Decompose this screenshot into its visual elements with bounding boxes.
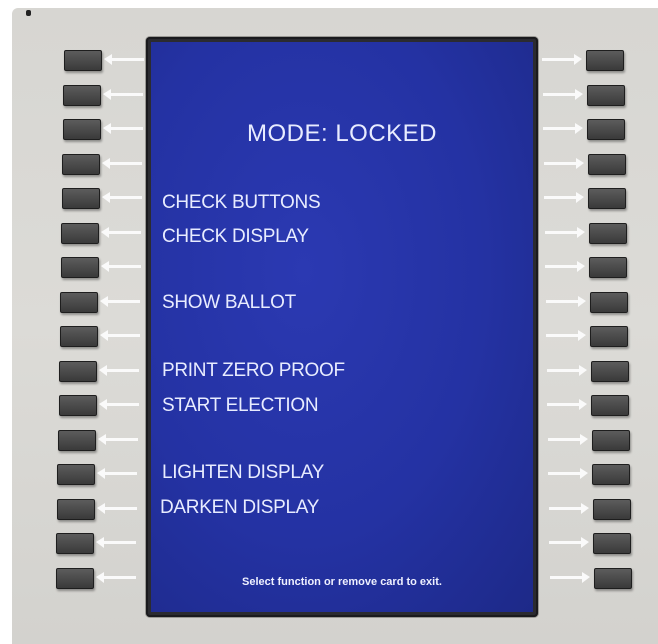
left-arrow-icon — [99, 364, 140, 376]
right-arrow-icon — [543, 123, 583, 134]
right-button-8[interactable] — [589, 291, 628, 313]
right-button-15[interactable] — [593, 533, 631, 554]
right-arrow-icon — [542, 88, 583, 100]
right-button-5[interactable] — [588, 188, 626, 209]
right-arrow-icon — [545, 261, 585, 272]
left-button-2[interactable] — [63, 84, 102, 106]
menu-item-lighten-display[interactable]: LIGHTEN DISPLAY — [162, 462, 324, 484]
left-button-11[interactable] — [58, 395, 97, 416]
right-button-12[interactable] — [591, 429, 630, 451]
right-button-2[interactable] — [586, 84, 625, 106]
panel-marking — [26, 10, 31, 16]
menu-item-start-election[interactable]: START ELECTION — [162, 395, 319, 417]
left-arrow-icon — [101, 192, 142, 203]
left-arrow-icon — [97, 468, 138, 479]
menu-item-check-display[interactable]: CHECK DISPLAY — [162, 226, 309, 248]
right-button-3[interactable] — [587, 119, 625, 140]
left-arrow-icon — [104, 54, 144, 65]
footer-instructions: Select function or remove card to exit. — [242, 576, 442, 588]
left-button-12[interactable] — [57, 429, 96, 451]
right-arrow-icon — [546, 364, 587, 376]
right-button-4[interactable] — [587, 153, 626, 175]
right-arrow-icon — [542, 54, 582, 65]
right-button-7[interactable] — [589, 257, 627, 278]
menu-item-show-ballot[interactable]: SHOW BALLOT — [162, 292, 296, 314]
left-button-4[interactable] — [62, 153, 101, 175]
right-arrow-icon — [544, 226, 585, 238]
left-arrow-icon — [96, 502, 137, 514]
mode-title: MODE: LOCKED — [246, 120, 438, 147]
menu-item-print-zero-proof[interactable]: PRINT ZERO PROOF — [162, 360, 345, 382]
left-button-3[interactable] — [62, 119, 101, 140]
left-arrow-icon — [100, 261, 141, 272]
left-arrow-icon — [101, 226, 142, 238]
right-arrow-icon — [547, 433, 588, 445]
left-button-13[interactable] — [57, 464, 96, 485]
left-arrow-icon — [96, 537, 137, 548]
menu-item-check-buttons[interactable]: CHECK BUTTONS — [162, 192, 321, 214]
display-screen: MODE: LOCKED CHECK BUTTONS CHECK DISPLAY… — [151, 42, 533, 612]
right-arrow-icon — [543, 157, 584, 169]
left-button-10[interactable] — [59, 360, 98, 382]
left-arrow-icon — [100, 295, 141, 307]
left-button-5[interactable] — [61, 188, 100, 209]
right-arrow-icon — [549, 537, 589, 548]
right-button-11[interactable] — [591, 395, 629, 416]
right-button-14[interactable] — [592, 498, 631, 520]
left-arrow-icon — [98, 399, 139, 410]
left-arrow-icon — [102, 157, 143, 169]
right-button-10[interactable] — [590, 360, 629, 382]
left-arrow-icon — [95, 571, 136, 583]
left-arrow-icon — [102, 123, 143, 134]
right-button-13[interactable] — [592, 464, 630, 485]
left-arrow-icon — [99, 330, 140, 341]
right-arrow-icon — [546, 330, 586, 341]
right-arrow-icon — [549, 571, 590, 583]
left-button-14[interactable] — [56, 498, 95, 520]
right-button-1[interactable] — [586, 50, 624, 71]
left-button-1[interactable] — [64, 50, 102, 71]
left-button-7[interactable] — [60, 257, 99, 278]
menu-item-darken-display[interactable]: DARKEN DISPLAY — [160, 497, 319, 519]
right-arrow-icon — [544, 192, 584, 203]
left-arrow-icon — [97, 433, 138, 445]
left-button-9[interactable] — [59, 326, 98, 347]
right-arrow-icon — [547, 399, 587, 410]
right-button-16[interactable] — [593, 567, 632, 589]
left-arrow-icon — [103, 88, 144, 100]
right-arrow-icon — [545, 295, 586, 307]
right-arrow-icon — [548, 468, 588, 479]
right-arrow-icon — [548, 502, 589, 514]
left-button-16[interactable] — [55, 567, 94, 589]
right-button-6[interactable] — [588, 222, 627, 244]
right-button-9[interactable] — [590, 326, 628, 347]
left-button-8[interactable] — [60, 291, 99, 313]
left-button-6[interactable] — [61, 222, 100, 244]
left-button-15[interactable] — [56, 533, 95, 554]
